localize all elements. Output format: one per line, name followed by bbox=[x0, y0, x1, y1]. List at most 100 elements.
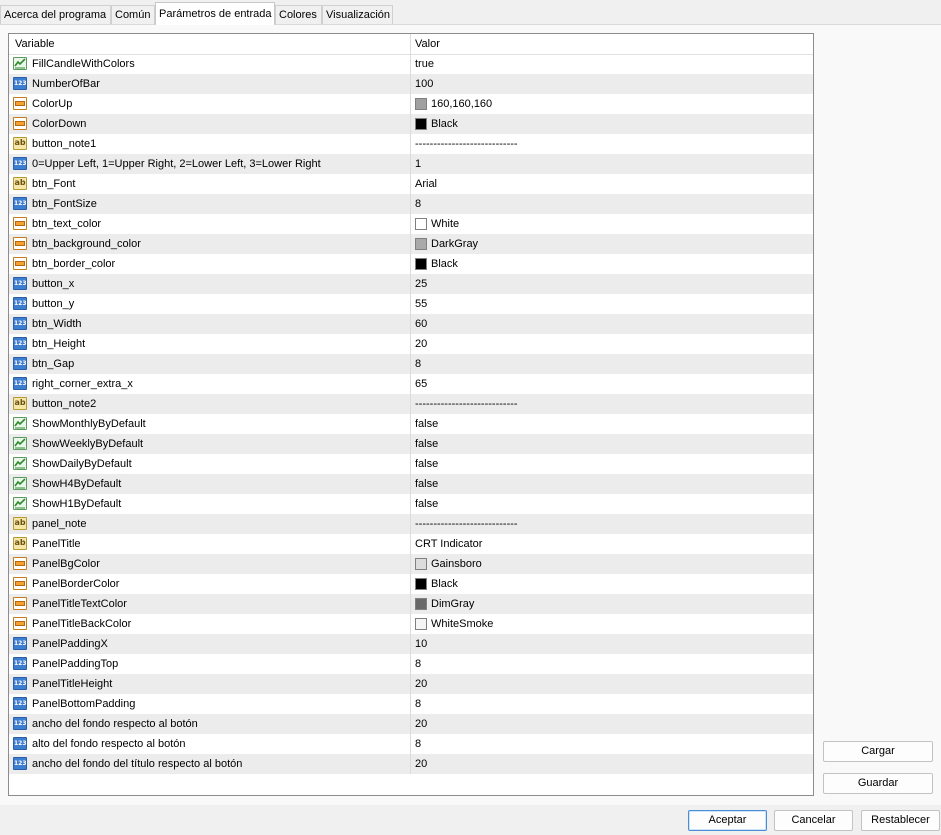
row-value[interactable]: Black bbox=[415, 258, 458, 270]
table-row[interactable]: PanelBgColor Gainsboro bbox=[9, 554, 813, 574]
table-row[interactable]: ColorDown Black bbox=[9, 114, 813, 134]
table-row[interactable]: ShowDailyByDefault false bbox=[9, 454, 813, 474]
table-row[interactable]: btn_text_color White bbox=[9, 214, 813, 234]
table-row[interactable]: 123 PanelTitleHeight 20 bbox=[9, 674, 813, 694]
row-value[interactable]: 20 bbox=[415, 758, 427, 770]
column-separator bbox=[410, 394, 411, 414]
table-row[interactable]: 123 PanelBottomPadding 8 bbox=[9, 694, 813, 714]
aceptar-button[interactable]: Aceptar bbox=[688, 810, 767, 831]
table-row[interactable]: 123 btn_FontSize 8 bbox=[9, 194, 813, 214]
table-row[interactable]: 123 0=Upper Left, 1=Upper Right, 2=Lower … bbox=[9, 154, 813, 174]
row-value[interactable]: 8 bbox=[415, 358, 421, 370]
tab-parametros-de-entrada[interactable]: Parámetros de entrada bbox=[155, 2, 275, 25]
table-row[interactable]: 123 btn_Height 20 bbox=[9, 334, 813, 354]
row-value[interactable]: ---------------------------- bbox=[415, 138, 518, 150]
table-row[interactable]: btn_border_color Black bbox=[9, 254, 813, 274]
table-row[interactable]: 123 NumberOfBar 100 bbox=[9, 74, 813, 94]
parameters-grid[interactable]: Variable Valor FillCandleWithColors true 1… bbox=[8, 33, 814, 796]
row-value[interactable]: 25 bbox=[415, 278, 427, 290]
row-value[interactable]: DimGray bbox=[415, 598, 474, 610]
row-value[interactable]: 10 bbox=[415, 638, 427, 650]
row-value[interactable]: ---------------------------- bbox=[415, 398, 518, 410]
table-row[interactable]: ShowH4ByDefault false bbox=[9, 474, 813, 494]
row-value[interactable]: 8 bbox=[415, 198, 421, 210]
row-value[interactable]: false bbox=[415, 458, 438, 470]
row-value[interactable]: 8 bbox=[415, 698, 421, 710]
table-row[interactable]: ab button_note1 --------------------------… bbox=[9, 134, 813, 154]
row-value[interactable]: 20 bbox=[415, 338, 427, 350]
row-value[interactable]: 65 bbox=[415, 378, 427, 390]
row-value[interactable]: false bbox=[415, 478, 438, 490]
table-row[interactable]: FillCandleWithColors true bbox=[9, 54, 813, 74]
row-value[interactable]: Arial bbox=[415, 178, 437, 190]
cargar-button[interactable]: Cargar bbox=[823, 741, 933, 762]
table-row[interactable]: ShowWeeklyByDefault false bbox=[9, 434, 813, 454]
guardar-button[interactable]: Guardar bbox=[823, 773, 933, 794]
row-value[interactable]: false bbox=[415, 498, 438, 510]
row-value[interactable]: 8 bbox=[415, 658, 421, 670]
table-row[interactable]: 123 alto del fondo respecto al botón 8 bbox=[9, 734, 813, 754]
column-separator bbox=[410, 614, 411, 634]
restablecer-button[interactable]: Restablecer bbox=[861, 810, 940, 831]
row-value[interactable]: WhiteSmoke bbox=[415, 618, 493, 630]
table-row[interactable]: PanelTitleBackColor WhiteSmoke bbox=[9, 614, 813, 634]
row-value[interactable]: false bbox=[415, 438, 438, 450]
number-icon: 123 bbox=[13, 637, 27, 650]
row-value[interactable]: White bbox=[415, 218, 459, 230]
table-row[interactable]: 123 ancho del fondo respecto al botón 20 bbox=[9, 714, 813, 734]
header-valor[interactable]: Valor bbox=[415, 38, 440, 50]
table-row[interactable]: btn_background_color DarkGray bbox=[9, 234, 813, 254]
table-row[interactable]: 123 btn_Width 60 bbox=[9, 314, 813, 334]
table-row[interactable]: 123 ancho del fondo del título respecto a… bbox=[9, 754, 813, 774]
tab-acerca-del-programa[interactable]: Acerca del programa bbox=[0, 5, 111, 24]
row-value[interactable]: Black bbox=[415, 118, 458, 130]
row-value[interactable]: false bbox=[415, 418, 438, 430]
table-row[interactable]: 123 PanelPaddingTop 8 bbox=[9, 654, 813, 674]
table-row[interactable]: ColorUp 160,160,160 bbox=[9, 94, 813, 114]
row-value[interactable]: ---------------------------- bbox=[415, 518, 518, 530]
row-value[interactable]: 55 bbox=[415, 298, 427, 310]
tab-colores[interactable]: Colores bbox=[275, 5, 322, 24]
row-variable-name: ShowH1ByDefault bbox=[32, 498, 122, 510]
header-separator[interactable] bbox=[410, 34, 411, 54]
table-row[interactable]: ShowMonthlyByDefault false bbox=[9, 414, 813, 434]
row-value[interactable]: 8 bbox=[415, 738, 421, 750]
row-value[interactable]: DarkGray bbox=[415, 238, 478, 250]
table-row[interactable]: 123 button_y 55 bbox=[9, 294, 813, 314]
table-row[interactable]: PanelTitleTextColor DimGray bbox=[9, 594, 813, 614]
row-value[interactable]: 1 bbox=[415, 158, 421, 170]
row-value[interactable]: Black bbox=[415, 578, 458, 590]
column-separator bbox=[410, 54, 411, 74]
color-icon bbox=[13, 557, 27, 570]
row-value[interactable]: 20 bbox=[415, 718, 427, 730]
table-row[interactable]: ShowH1ByDefault false bbox=[9, 494, 813, 514]
table-row[interactable]: PanelBorderColor Black bbox=[9, 574, 813, 594]
row-value[interactable]: CRT Indicator bbox=[415, 538, 482, 550]
row-value[interactable]: 20 bbox=[415, 678, 427, 690]
number-icon: 123 bbox=[13, 377, 27, 390]
row-value[interactable]: 160,160,160 bbox=[415, 98, 492, 110]
tab-visualizacion[interactable]: Visualización bbox=[322, 5, 393, 24]
row-variable-name: right_corner_extra_x bbox=[32, 378, 133, 390]
color-icon bbox=[13, 217, 27, 230]
number-icon: 123 bbox=[13, 757, 27, 770]
color-icon bbox=[13, 97, 27, 110]
row-variable-name: button_y bbox=[32, 298, 75, 310]
row-value[interactable]: true bbox=[415, 58, 434, 70]
row-value-text: 10 bbox=[415, 638, 428, 650]
row-value[interactable]: Gainsboro bbox=[415, 558, 482, 570]
table-row[interactable]: 123 right_corner_extra_x 65 bbox=[9, 374, 813, 394]
table-row[interactable]: ab btn_Font Arial bbox=[9, 174, 813, 194]
header-variable[interactable]: Variable bbox=[15, 38, 55, 50]
table-row[interactable]: ab PanelTitle CRT Indicator bbox=[9, 534, 813, 554]
tab-comun[interactable]: Común bbox=[111, 5, 155, 24]
row-value[interactable]: 100 bbox=[415, 78, 433, 90]
table-row[interactable]: 123 button_x 25 bbox=[9, 274, 813, 294]
table-row[interactable]: 123 btn_Gap 8 bbox=[9, 354, 813, 374]
cancelar-button[interactable]: Cancelar bbox=[774, 810, 853, 831]
row-value[interactable]: 60 bbox=[415, 318, 427, 330]
table-row[interactable]: ab panel_note ---------------------------- bbox=[9, 514, 813, 534]
table-row[interactable]: 123 PanelPaddingX 10 bbox=[9, 634, 813, 654]
row-value-text: false bbox=[415, 478, 439, 490]
table-row[interactable]: ab button_note2 --------------------------… bbox=[9, 394, 813, 414]
